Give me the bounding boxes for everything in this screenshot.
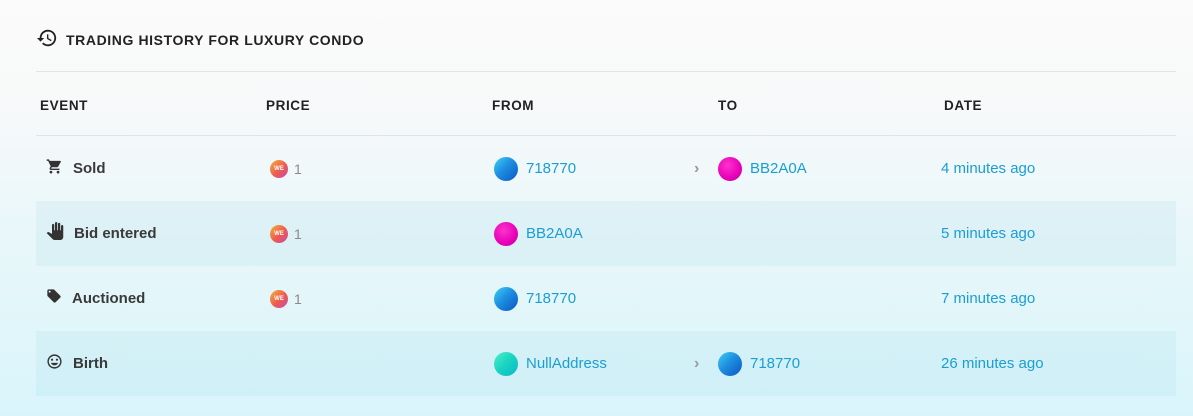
event-label: Auctioned — [72, 290, 146, 307]
column-header-event: EVENT — [40, 98, 89, 113]
avatar[interactable] — [494, 351, 518, 376]
event-label: Birth — [73, 355, 108, 372]
to-address-link[interactable]: BB2A0A — [750, 160, 807, 177]
avatar[interactable] — [718, 156, 742, 181]
avatar[interactable] — [494, 286, 518, 311]
from-address-link[interactable]: NullAddress — [526, 355, 607, 372]
to-address-link[interactable]: 718770 — [750, 355, 800, 372]
price-value: 1 — [294, 225, 302, 242]
event-cell: Auctioned — [46, 266, 145, 331]
date-link[interactable]: 4 minutes ago — [941, 160, 1035, 177]
from-cell[interactable]: 718770 — [494, 136, 576, 201]
event-cell: Sold — [46, 136, 106, 201]
column-header-from: FROM — [492, 98, 535, 113]
table-row: Birth NullAddress › 718770 26 minutes ag… — [36, 331, 1176, 396]
date-cell[interactable]: 4 minutes ago — [941, 136, 1035, 201]
from-cell[interactable]: NullAddress — [494, 331, 607, 396]
event-label: Bid entered — [74, 225, 157, 242]
price-cell: WE 1 — [270, 266, 302, 331]
cart-icon — [46, 158, 63, 180]
smiley-icon — [46, 353, 63, 375]
event-label: Sold — [73, 160, 106, 177]
to-cell[interactable]: 718770 — [718, 331, 800, 396]
table-row: Bid entered WE 1 BB2A0A 5 minutes ago — [36, 201, 1176, 266]
date-link[interactable]: 7 minutes ago — [941, 290, 1035, 307]
coin-icon: WE — [270, 224, 288, 243]
section-title: TRADING HISTORY FOR LUXURY CONDO — [66, 32, 365, 48]
column-header-to: TO — [718, 98, 738, 113]
coin-icon: WE — [270, 289, 288, 308]
chevron-right-icon: › — [694, 159, 700, 177]
avatar[interactable] — [494, 156, 518, 181]
avatar[interactable] — [718, 351, 742, 376]
price-value: 1 — [294, 160, 302, 177]
event-cell: Bid entered — [46, 201, 157, 266]
from-cell[interactable]: 718770 — [494, 266, 576, 331]
event-cell: Birth — [46, 331, 108, 396]
section-header: TRADING HISTORY FOR LUXURY CONDO — [36, 28, 364, 52]
date-cell[interactable]: 7 minutes ago — [941, 266, 1035, 331]
table-row: Sold WE 1 718770 › BB2A0A 4 minutes ago — [36, 136, 1176, 201]
date-cell[interactable]: 5 minutes ago — [941, 201, 1035, 266]
hand-icon — [46, 222, 64, 245]
from-address-link[interactable]: BB2A0A — [526, 225, 583, 242]
price-cell: WE 1 — [270, 201, 302, 266]
divider — [36, 71, 1176, 72]
from-address-link[interactable]: 718770 — [526, 290, 576, 307]
table-row: Auctioned WE 1 718770 7 minutes ago — [36, 266, 1176, 331]
avatar[interactable] — [494, 221, 518, 246]
to-cell[interactable]: BB2A0A — [718, 136, 807, 201]
from-cell[interactable]: BB2A0A — [494, 201, 583, 266]
date-link[interactable]: 5 minutes ago — [941, 225, 1035, 242]
column-header-price: PRICE — [266, 98, 311, 113]
history-icon — [36, 27, 58, 54]
price-cell: WE 1 — [270, 136, 302, 201]
column-header-date: DATE — [944, 98, 983, 113]
date-cell[interactable]: 26 minutes ago — [941, 331, 1044, 396]
chevron-right-icon: › — [694, 354, 700, 372]
tag-icon — [46, 288, 62, 309]
from-address-link[interactable]: 718770 — [526, 160, 576, 177]
date-link[interactable]: 26 minutes ago — [941, 355, 1044, 372]
price-value: 1 — [294, 290, 302, 307]
coin-icon: WE — [270, 159, 288, 178]
